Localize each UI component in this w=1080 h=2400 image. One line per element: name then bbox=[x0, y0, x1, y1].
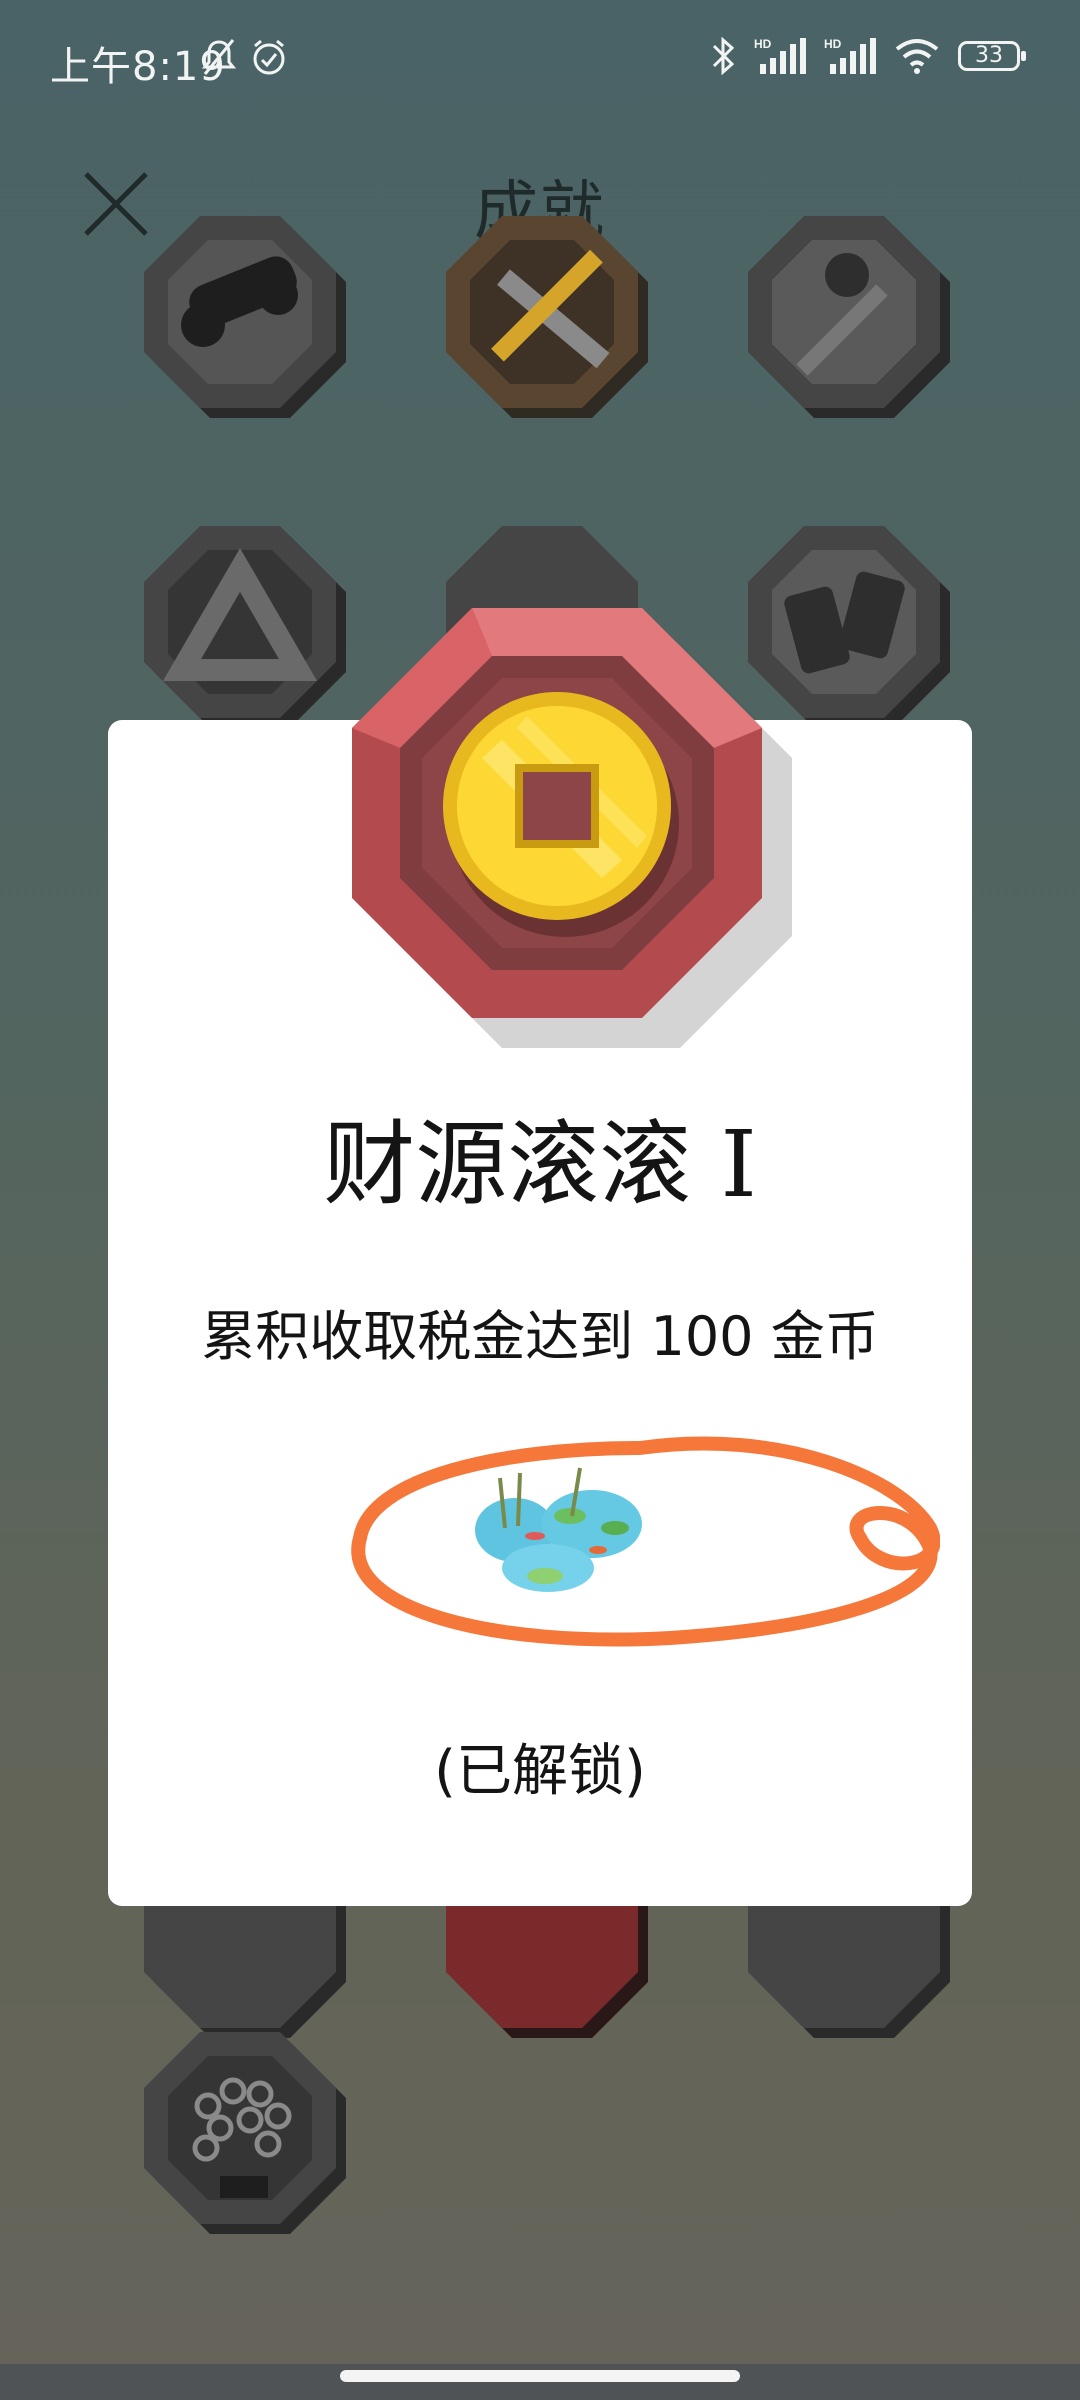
badge-gamepad[interactable] bbox=[128, 200, 352, 424]
status-time: 上午8:19 bbox=[50, 44, 226, 90]
unlock-status: (已解锁) bbox=[434, 1739, 646, 1804]
highlight-circle bbox=[351, 1436, 940, 1647]
badge-tools[interactable] bbox=[430, 200, 654, 424]
signal-hd-2-icon: HD bbox=[824, 37, 876, 74]
status-right-icons: HD HD 33 bbox=[710, 36, 1026, 76]
signal-hd-1-icon: HD bbox=[754, 37, 806, 74]
battery-icon: 33 bbox=[958, 41, 1026, 71]
achievement-title: 财源滚滚 I bbox=[323, 1111, 757, 1218]
badge-triangle[interactable] bbox=[128, 510, 352, 734]
badge-flowers[interactable] bbox=[732, 200, 956, 424]
achievement-badge bbox=[352, 608, 792, 1048]
home-indicator[interactable] bbox=[340, 2370, 740, 2382]
bell-muted-icon bbox=[202, 39, 236, 75]
bluetooth-icon bbox=[712, 36, 735, 76]
alarm-icon bbox=[253, 39, 285, 75]
badge-money-tree[interactable] bbox=[128, 2016, 352, 2240]
status-left-icons bbox=[202, 38, 288, 76]
koi-pond-icon bbox=[475, 1467, 642, 1592]
svg-text:HD: HD bbox=[754, 37, 772, 51]
wifi-icon bbox=[895, 39, 939, 74]
reward-area bbox=[351, 1436, 940, 1647]
status-bar: 上午8:19 HD HD 33 bbox=[0, 0, 1080, 120]
svg-text:HD: HD bbox=[824, 37, 842, 51]
achievement-description: 累积收取税金达到 100 金币 bbox=[201, 1305, 879, 1368]
